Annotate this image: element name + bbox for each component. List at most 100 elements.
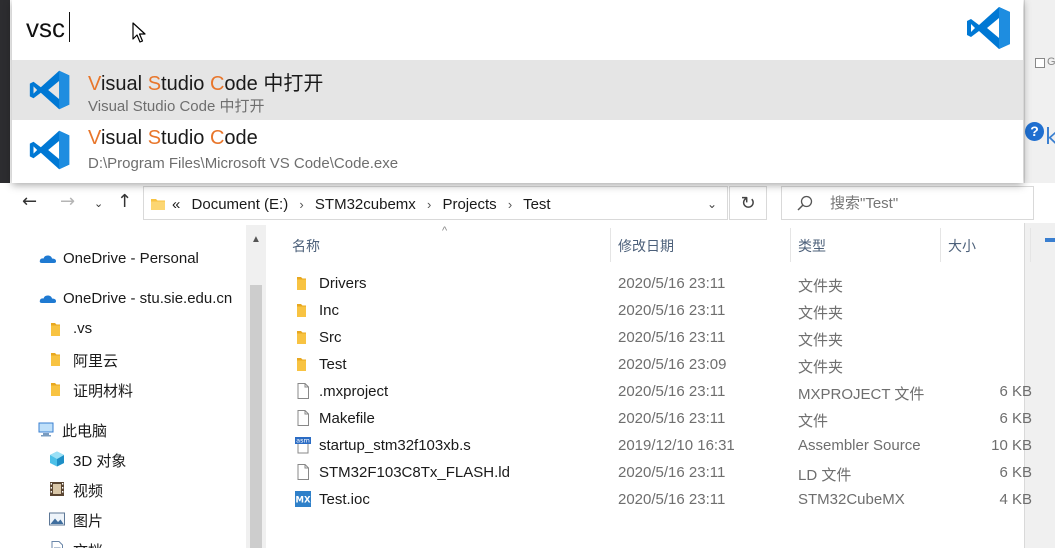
column-header-date[interactable]: 修改日期 [618, 236, 674, 256]
file-type: 文件夹 [798, 278, 844, 295]
up-button[interactable]: ↑ [117, 191, 132, 212]
file-icon [297, 464, 309, 480]
breadcrumb-item[interactable]: Projects [442, 196, 496, 213]
nav-item-label: 阿里云 [73, 353, 119, 370]
file-row[interactable]: .mxproject 2020/5/16 23:11 MXPROJECT 文件 6 K… [278, 378, 1038, 405]
file-name: .mxproject [319, 383, 389, 400]
nav-item-label: 视频 [73, 483, 104, 500]
result-subtitle: Visual Studio Code 中打开 [88, 98, 265, 115]
file-name: startup_stm32f103xb.s [319, 437, 471, 454]
vscode-icon [29, 70, 70, 110]
file-name: Test [319, 356, 347, 373]
column-divider[interactable] [940, 228, 941, 262]
file-row[interactable]: asm startup_stm32f103xb.s 2019/12/10 16:31… [278, 432, 1038, 459]
breadcrumb-item[interactable]: Test [523, 196, 551, 213]
file-modified-date: 2019/12/10 16:31 [618, 437, 735, 454]
background-accent-bar [1045, 238, 1055, 242]
nav-item-label: 此电脑 [62, 423, 108, 440]
folder-icon [51, 383, 60, 396]
search-icon [797, 195, 813, 211]
column-divider[interactable] [1030, 228, 1031, 262]
background-checkbox[interactable] [1035, 58, 1045, 68]
match-highlight: S [147, 73, 162, 95]
file-row[interactable]: Makefile 2020/5/16 23:11 文件 6 KB [278, 405, 1038, 432]
column-header-type[interactable]: 类型 [798, 236, 826, 256]
file-size: 10 KB [991, 437, 1032, 454]
explorer-search-box[interactable] [781, 186, 1034, 220]
file-row[interactable]: Inc 2020/5/16 23:11 文件夹 [278, 297, 1038, 324]
scrollbar-thumb[interactable] [250, 285, 262, 548]
folder-icon [151, 199, 165, 210]
title-text: tudio [161, 73, 210, 95]
breadcrumb: « Document (E:) › STM32cubemx › Projects… [172, 196, 558, 213]
address-dropdown-button[interactable]: ⌄ [707, 197, 717, 211]
result-title: Visual Studio Code [88, 127, 258, 150]
breadcrumb-separator[interactable]: › [299, 197, 303, 212]
forward-button[interactable]: → [60, 191, 75, 212]
file-type: 文件 [798, 413, 829, 430]
match-highlight: S [147, 127, 162, 149]
file-modified-date: 2020/5/16 23:11 [618, 302, 726, 319]
file-modified-date: 2020/5/16 23:11 [618, 410, 726, 427]
videos-icon [50, 482, 64, 496]
back-button[interactable]: ← [22, 191, 37, 212]
documents-icon [51, 541, 63, 548]
breadcrumb-item[interactable]: Document (E:) [192, 196, 289, 213]
file-row[interactable]: Src 2020/5/16 23:11 文件夹 [278, 324, 1038, 351]
file-list-header: ^ 名称 修改日期 类型 大小 [278, 225, 1038, 265]
column-divider[interactable] [790, 228, 791, 262]
match-highlight: C [209, 127, 225, 149]
breadcrumb-overflow[interactable]: « [172, 196, 180, 213]
file-size: 6 KB [999, 410, 1032, 427]
onedrive-cloud-icon [39, 255, 57, 263]
file-row[interactable]: Test 2020/5/16 23:09 文件夹 [278, 351, 1038, 378]
address-bar[interactable]: « Document (E:) › STM32cubemx › Projects… [143, 186, 728, 220]
3d-objects-icon [50, 451, 64, 467]
title-text: ode 中打开 [224, 73, 324, 95]
file-modified-date: 2020/5/16 23:11 [618, 464, 726, 481]
screen: G ? k vsc Visual Studio Code 中打开 Visual … [0, 0, 1055, 548]
file-row[interactable]: MX Test.ioc 2020/5/16 23:11 STM32CubeMX 4 KB [278, 486, 1038, 513]
launcher-result-vscode-app[interactable]: Visual Studio Code D:\Program Files\Micr… [12, 120, 1023, 180]
file-icon [297, 383, 309, 399]
search-input[interactable] [830, 195, 1020, 212]
column-header-name[interactable]: 名称 [292, 236, 320, 256]
file-size: 4 KB [999, 491, 1032, 508]
nav-pane-scrollbar[interactable]: ▲ [246, 225, 266, 548]
file-type: 文件夹 [798, 359, 844, 376]
file-modified-date: 2020/5/16 23:09 [618, 356, 727, 373]
stm32cubemx-icon: MX [295, 491, 311, 507]
nav-item-label: 证明材料 [73, 383, 134, 400]
file-row[interactable]: STM32F103C8Tx_FLASH.ld 2020/5/16 23:11 LD … [278, 459, 1038, 486]
result-title: Visual Studio Code 中打开 [88, 67, 323, 96]
breadcrumb-separator[interactable]: › [427, 197, 431, 212]
vscode-icon [29, 130, 70, 170]
sort-ascending-icon: ^ [442, 225, 448, 237]
scroll-up-arrow-icon[interactable]: ▲ [251, 234, 261, 245]
launcher-query-input[interactable]: vsc [26, 13, 65, 44]
title-text: isual [100, 127, 148, 149]
breadcrumb-separator[interactable]: › [508, 197, 512, 212]
result-subtitle: D:\Program Files\Microsoft VS Code\Code.… [88, 155, 399, 172]
pictures-icon [49, 512, 65, 526]
help-icon[interactable]: ? [1025, 122, 1044, 141]
folder-icon [297, 331, 306, 344]
this-pc-icon [38, 422, 54, 437]
launcher-search-row: vsc [12, 0, 1023, 60]
column-divider[interactable] [610, 228, 611, 262]
breadcrumb-item[interactable]: STM32cubemx [315, 196, 416, 213]
folder-icon [51, 323, 60, 336]
nav-item-label: 图片 [73, 513, 104, 530]
refresh-button[interactable]: ↻ [729, 186, 767, 220]
asm-file-icon: asm [295, 437, 311, 454]
file-row[interactable]: Drivers 2020/5/16 23:11 文件夹 [278, 270, 1038, 297]
launcher-result-open-in-vscode[interactable]: Visual Studio Code 中打开 Visual Studio Cod… [12, 60, 1023, 120]
file-size: 6 KB [999, 383, 1032, 400]
recent-locations-button[interactable]: ⌄ [94, 197, 103, 210]
file-type: MXPROJECT 文件 [798, 386, 925, 403]
vscode-icon [967, 7, 1010, 49]
background-letter: k [1045, 125, 1055, 150]
title-text: isual [100, 73, 148, 95]
column-header-size[interactable]: 大小 [948, 236, 976, 256]
folder-icon [297, 358, 306, 371]
